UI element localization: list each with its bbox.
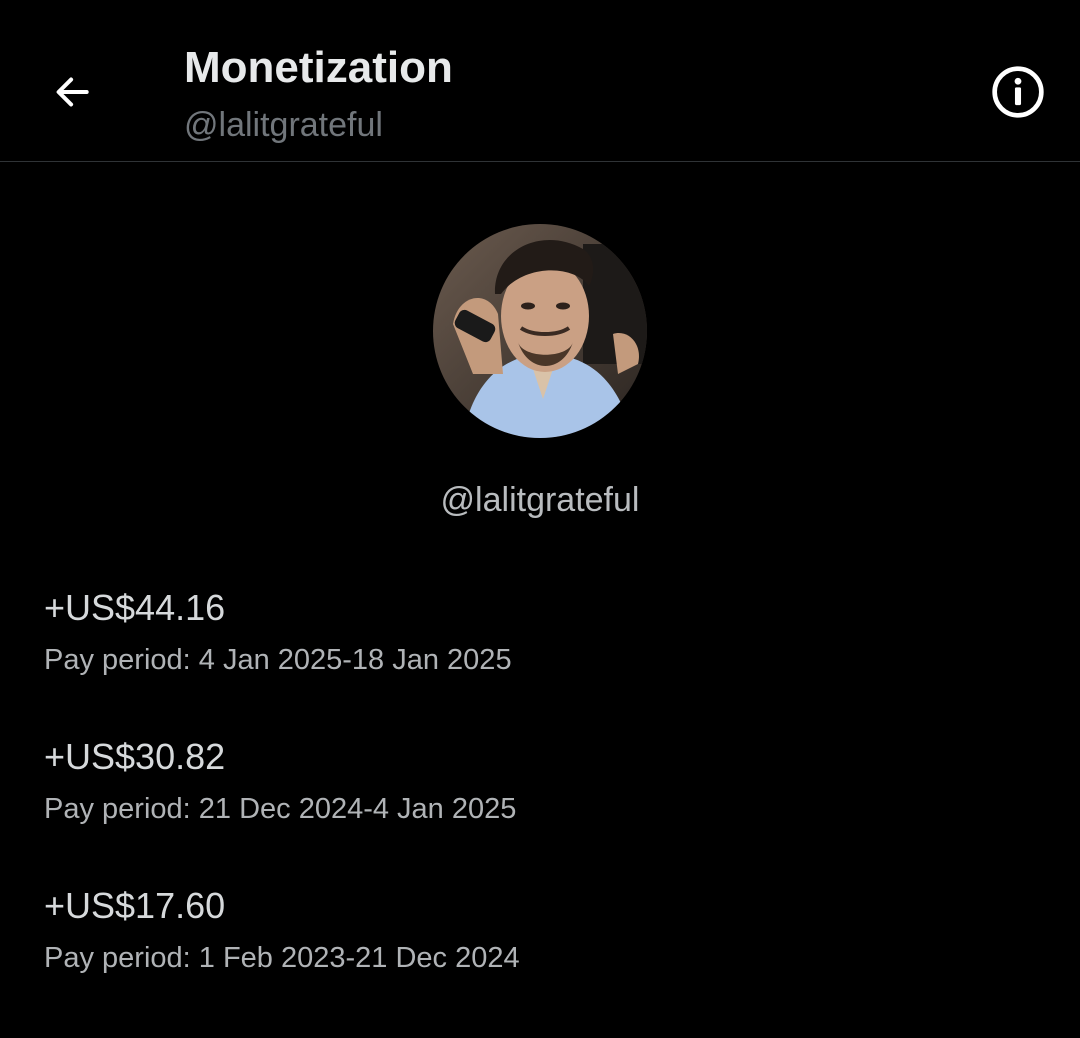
pay-period: Pay period: 21 Dec 2024-4 Jan 2025 — [44, 793, 517, 825]
back-button[interactable] — [42, 62, 102, 122]
list-item[interactable]: +US$30.82 Pay period: 21 Dec 2024-4 Jan … — [44, 734, 1036, 883]
info-button[interactable] — [988, 62, 1048, 122]
avatar — [433, 224, 647, 438]
list-item[interactable]: +US$44.16 Pay period: 4 Jan 2025-18 Jan … — [44, 585, 1036, 734]
page-title: Monetization — [184, 43, 453, 92]
top-app-bar: Monetization @lalitgrateful — [0, 0, 1080, 162]
profile-handle: @lalitgrateful — [440, 481, 640, 519]
pay-period: Pay period: 1 Feb 2023-21 Dec 2024 — [44, 942, 520, 974]
pay-period: Pay period: 4 Jan 2025-18 Jan 2025 — [44, 644, 512, 676]
arrow-left-icon — [56, 77, 89, 107]
info-circle-icon — [992, 66, 1044, 118]
payout-amount: +US$30.82 — [44, 736, 226, 777]
payout-list: +US$44.16 Pay period: 4 Jan 2025-18 Jan … — [44, 585, 1036, 1032]
list-item[interactable]: +US$17.60 Pay period: 1 Feb 2023-21 Dec … — [44, 883, 1036, 1032]
page-subtitle: @lalitgrateful — [184, 106, 383, 144]
payout-amount: +US$17.60 — [44, 885, 226, 926]
profile-photo — [433, 224, 647, 438]
payout-amount: +US$44.16 — [44, 587, 226, 628]
